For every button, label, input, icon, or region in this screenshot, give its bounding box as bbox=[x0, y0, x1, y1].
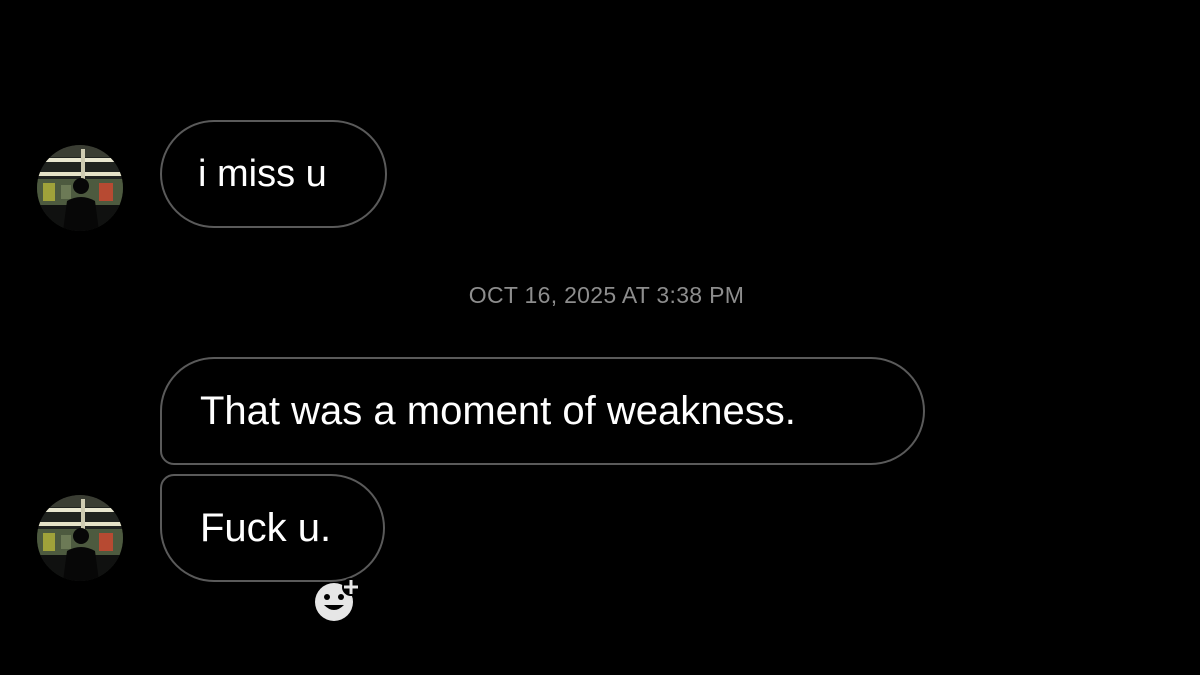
message-bubble[interactable]: Fuck u. bbox=[160, 474, 385, 582]
add-reaction-button[interactable] bbox=[312, 578, 364, 624]
avatar-photo bbox=[37, 145, 123, 231]
add-reaction-icon bbox=[315, 578, 360, 621]
message-text: i miss u bbox=[198, 152, 327, 195]
avatar-photo bbox=[37, 495, 123, 581]
message-text: That was a moment of weakness. bbox=[200, 388, 796, 433]
contact-avatar[interactable] bbox=[37, 145, 123, 231]
message-text: Fuck u. bbox=[200, 505, 332, 550]
chat-thread: i miss u OCT 16, 2025 AT 3:38 PM That wa… bbox=[0, 0, 1200, 675]
message-timestamp: OCT 16, 2025 AT 3:38 PM bbox=[468, 282, 745, 308]
message-bubble[interactable]: i miss u bbox=[160, 120, 387, 228]
message-bubble[interactable]: That was a moment of weakness. bbox=[160, 357, 925, 465]
contact-avatar[interactable] bbox=[37, 495, 123, 581]
